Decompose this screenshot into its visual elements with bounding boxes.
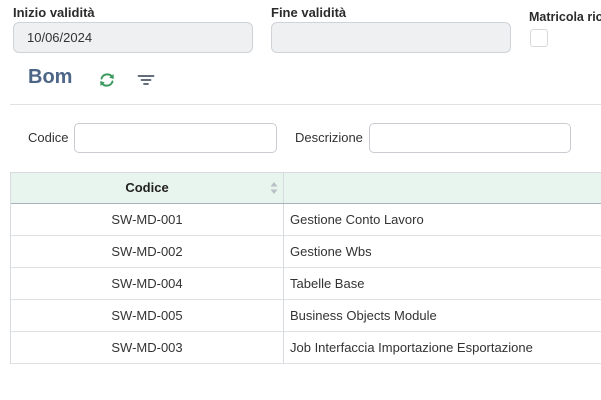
bom-table: Codice SW-MD-001 Gestione Conto Lavoro S… xyxy=(10,172,601,364)
end-date-field[interactable] xyxy=(271,22,511,53)
code-filter-label: Codice xyxy=(28,130,69,145)
cell-description: Business Objects Module xyxy=(290,308,437,323)
refresh-icon[interactable] xyxy=(97,70,117,90)
table-row[interactable]: SW-MD-003 Job Interfaccia Importazione E… xyxy=(11,332,601,364)
cell-code: SW-MD-002 xyxy=(11,236,284,267)
section-title: Bom xyxy=(28,66,73,88)
table-row[interactable]: SW-MD-005 Business Objects Module xyxy=(11,300,601,332)
end-date-label: Fine validità xyxy=(271,5,347,20)
description-filter-label: Descrizione xyxy=(295,130,363,145)
bom-page: Inizio validità 10/06/2024 Fine validità… xyxy=(0,0,601,400)
matricola-checkbox[interactable] xyxy=(530,29,548,47)
cell-code: SW-MD-005 xyxy=(11,300,284,331)
sort-icon[interactable] xyxy=(270,181,278,195)
table-row[interactable]: SW-MD-001 Gestione Conto Lavoro xyxy=(11,204,601,236)
cell-code: SW-MD-001 xyxy=(11,204,284,235)
code-filter-input[interactable] xyxy=(74,123,277,153)
start-date-field[interactable]: 10/06/2024 xyxy=(13,22,253,53)
column-header-descrizione[interactable] xyxy=(284,173,601,203)
start-date-label: Inizio validità xyxy=(13,5,95,20)
description-filter-input[interactable] xyxy=(369,123,571,153)
cell-code: SW-MD-003 xyxy=(11,332,284,363)
filter-icon[interactable] xyxy=(136,70,156,90)
cell-description: Job Interfaccia Importazione Esportazion… xyxy=(290,340,533,355)
table-row[interactable]: SW-MD-002 Gestione Wbs xyxy=(11,236,601,268)
cell-code: SW-MD-004 xyxy=(11,268,284,299)
column-header-label: Codice xyxy=(125,180,169,195)
table-header: Codice xyxy=(11,172,601,204)
section-divider xyxy=(10,104,601,105)
cell-description: Gestione Conto Lavoro xyxy=(290,212,424,227)
cell-description: Gestione Wbs xyxy=(290,244,372,259)
column-header-codice[interactable]: Codice xyxy=(11,173,284,203)
table-row[interactable]: SW-MD-004 Tabelle Base xyxy=(11,268,601,300)
matricola-label: Matricola rio xyxy=(529,10,601,24)
cell-description: Tabelle Base xyxy=(290,276,365,291)
